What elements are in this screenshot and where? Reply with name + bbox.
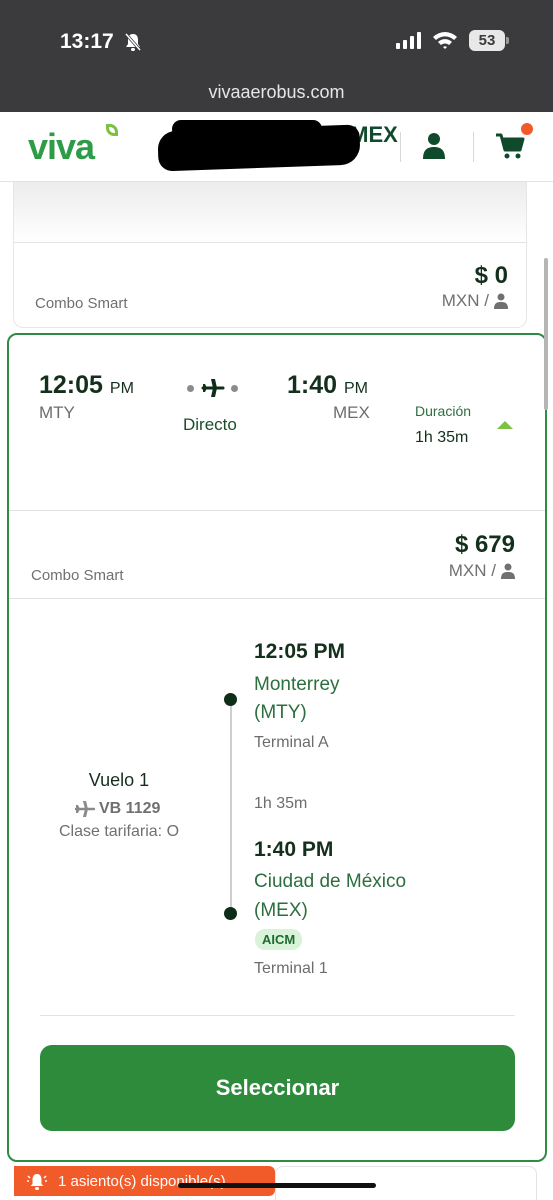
- airplane-icon: [201, 379, 225, 397]
- fare-price: $ 679: [454, 531, 515, 558]
- flight-number: VB 1129: [75, 800, 160, 818]
- fare-card-previous[interactable]: Combo Smart $ 0 MXN /: [13, 182, 527, 328]
- clock: 13:17: [60, 30, 114, 53]
- arrival-time-value: 1:40: [287, 371, 338, 399]
- route-dot: [231, 385, 238, 392]
- divider: [9, 598, 545, 599]
- departure-code: MTY: [39, 403, 75, 422]
- fare-name: Combo Smart: [31, 567, 124, 584]
- divider: [40, 1015, 515, 1016]
- bell-muted-icon: [124, 33, 142, 51]
- battery-icon: 53: [469, 30, 505, 51]
- departure-ampm: PM: [109, 380, 134, 397]
- cart-notification-dot: [521, 123, 533, 135]
- route-dot: [187, 385, 194, 392]
- price-per-person: MXN /: [442, 291, 508, 311]
- arrival-time: 1:40 PM: [287, 371, 368, 400]
- arrival-ampm: PM: [344, 380, 368, 397]
- user-icon[interactable]: [422, 132, 446, 160]
- header-divider: [473, 132, 474, 162]
- flight-type: Directo: [183, 415, 237, 434]
- origin-city: Monterrey: [254, 674, 340, 695]
- price-per-person: MXN /: [449, 561, 515, 581]
- origin-code: (MTY): [254, 702, 307, 723]
- airport-badge: AICM: [255, 929, 303, 950]
- url-bar[interactable]: vivaaerobus.com: [0, 82, 553, 103]
- card-shade: [14, 182, 526, 242]
- timeline-dot-origin: [224, 693, 237, 706]
- segment-duration: 1h 35m: [254, 795, 308, 812]
- viva-logo[interactable]: viva: [28, 126, 95, 168]
- home-indicator[interactable]: [178, 1183, 376, 1188]
- origin-terminal: Terminal A: [254, 734, 329, 751]
- cell-signal-icon: [396, 31, 421, 49]
- destination-code: (MEX): [254, 900, 308, 921]
- battery-tip: [506, 37, 509, 44]
- wifi-icon: [433, 32, 457, 49]
- origin-time: 12:05 PM: [254, 640, 346, 663]
- currency-label: MXN /: [441, 291, 489, 310]
- destination-terminal: Terminal 1: [254, 960, 328, 977]
- header-divider: [400, 132, 401, 162]
- departure-time-value: 12:05: [39, 371, 103, 399]
- bell-alert-icon: [27, 1174, 47, 1190]
- cart-icon[interactable]: [495, 132, 525, 160]
- duration-value: 1h 35m: [415, 429, 469, 446]
- divider: [14, 242, 526, 243]
- destination-time: 1:40 PM: [254, 838, 334, 861]
- redaction-mark: [157, 124, 361, 172]
- status-bar: 13:17 53 vivaaerobus.com: [0, 0, 553, 112]
- divider: [9, 510, 545, 511]
- fare-name: Combo Smart: [35, 295, 128, 312]
- fare-price: $ 0: [474, 262, 508, 289]
- destination-city: Ciudad de México: [254, 871, 407, 892]
- flight-label: Vuelo 1: [88, 770, 150, 790]
- scrollbar[interactable]: [544, 258, 548, 410]
- currency-label: MXN /: [448, 561, 496, 580]
- fare-class: Clase tarifaria: O: [58, 823, 180, 840]
- person-icon: [494, 293, 508, 309]
- timeline-dot-destination: [224, 907, 237, 920]
- airplane-icon: [75, 801, 95, 817]
- duration-label: Duración: [415, 403, 472, 419]
- flight-number-value: VB 1129: [99, 800, 161, 817]
- app-header: viva AICIOU - MTY - MEX: [0, 112, 553, 182]
- arrival-code: MEX: [333, 403, 370, 422]
- logo-leaf-icon: [106, 124, 118, 136]
- chevron-up-icon[interactable]: [497, 421, 513, 429]
- flight-card-selected[interactable]: 12:05 PM MTY Directo 1:40 PM MEX Duració…: [7, 333, 547, 1162]
- select-button[interactable]: Seleccionar: [40, 1045, 515, 1131]
- person-icon: [501, 563, 515, 579]
- seat-availability-alert: 1 asiento(s) disponible(s): [14, 1166, 275, 1196]
- departure-time: 12:05 PM: [39, 371, 134, 400]
- timeline-line: [230, 700, 232, 915]
